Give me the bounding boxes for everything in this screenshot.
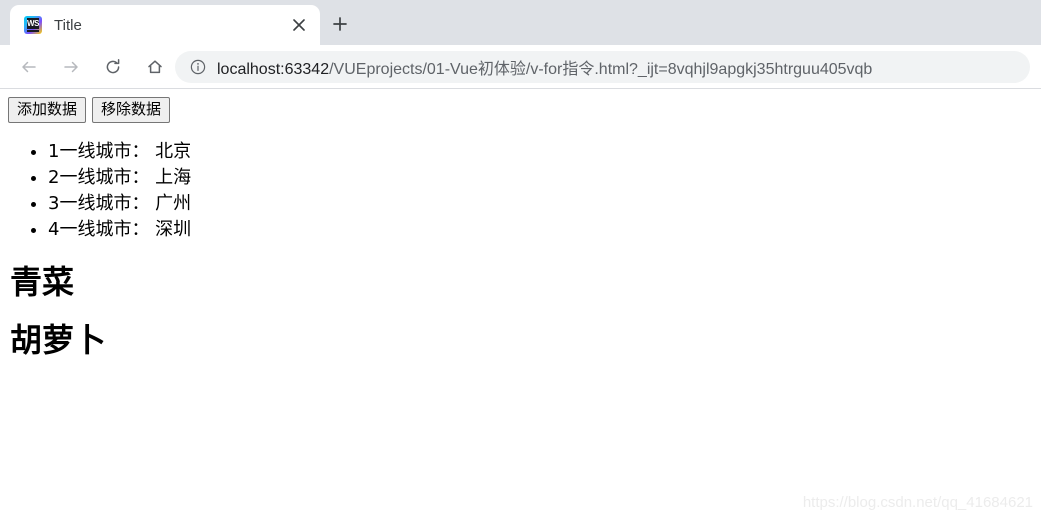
favicon-bar	[27, 30, 39, 32]
webstorm-icon: WS	[24, 16, 42, 34]
favicon-label: WS	[27, 18, 39, 29]
vegetable-heading-2: 胡萝卜	[10, 320, 107, 359]
remove-data-button[interactable]: 移除数据	[92, 97, 171, 123]
add-data-button[interactable]: 添加数据	[8, 97, 87, 123]
new-tab-button[interactable]	[325, 9, 355, 39]
forward-icon[interactable]	[56, 52, 86, 82]
list-item: 4一线城市： 深圳	[48, 217, 1033, 243]
button-row: 添加数据 移除数据	[8, 97, 1033, 123]
back-icon[interactable]	[14, 52, 44, 82]
list-item: 3一线城市： 广州	[48, 191, 1033, 217]
vegetable-heading-1: 青菜	[10, 263, 75, 301]
info-circle-icon[interactable]	[189, 58, 207, 76]
reload-icon[interactable]	[98, 52, 128, 82]
list-item: 2一线城市： 上海	[48, 165, 1033, 191]
address-bar[interactable]: localhost:63342/VUEprojects/01-Vue初体验/v-…	[175, 51, 1030, 83]
browser-window: WS Title localhost:63342/VUEprojects/01-…	[0, 0, 1041, 513]
browser-tab[interactable]: WS Title	[10, 5, 320, 45]
tab-title: Title	[54, 16, 82, 34]
watermark: https://blog.csdn.net/qq_41684621	[802, 494, 1033, 511]
tab-strip: WS Title	[0, 0, 1041, 45]
url-text: localhost:63342/VUEprojects/01-Vue初体验/v-…	[217, 55, 872, 79]
page-viewport: 添加数据移除数据 1一线城市： 北京 2一线城市： 上海 3一线城市： 广州 4…	[0, 89, 1041, 513]
page-content: 添加数据移除数据 1一线城市： 北京 2一线城市： 上海 3一线城市： 广州 4…	[0, 89, 1041, 388]
home-icon[interactable]	[140, 52, 170, 82]
city-list: 1一线城市： 北京 2一线城市： 上海 3一线城市： 广州 4一线城市： 深圳	[8, 139, 1033, 243]
browser-toolbar: localhost:63342/VUEprojects/01-Vue初体验/v-…	[0, 45, 1041, 88]
url-host: localhost:63342	[217, 61, 330, 78]
url-path: /VUEprojects/01-Vue初体验/v-for指令.html?_ijt…	[329, 61, 873, 78]
close-icon[interactable]	[286, 12, 312, 38]
list-item: 1一线城市： 北京	[48, 139, 1033, 165]
